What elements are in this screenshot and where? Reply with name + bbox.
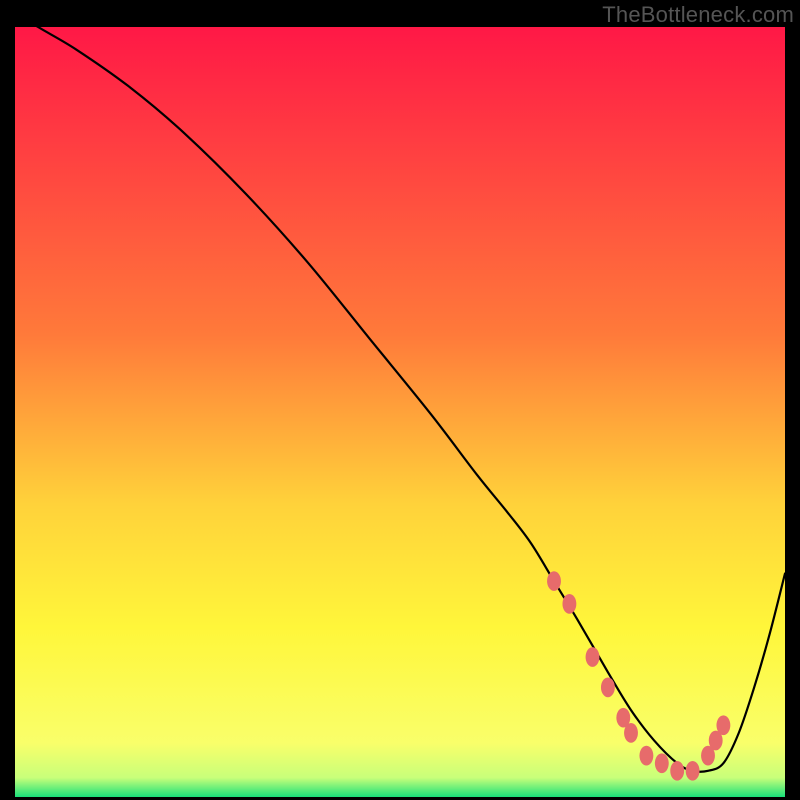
highlight-dot [624, 723, 638, 743]
optimal-range-dots [15, 27, 785, 786]
highlight-dot [655, 753, 669, 773]
highlight-dot [547, 571, 561, 591]
highlight-dot [586, 647, 600, 667]
attribution-label: TheBottleneck.com [602, 2, 794, 28]
plot-area [15, 27, 785, 786]
highlight-dot [716, 715, 730, 735]
chart-frame: TheBottleneck.com [0, 0, 800, 800]
highlight-dot [639, 746, 653, 766]
highlight-dot [686, 761, 700, 781]
highlight-dot [601, 677, 615, 697]
highlight-dot [562, 594, 576, 614]
highlight-dot [670, 761, 684, 781]
